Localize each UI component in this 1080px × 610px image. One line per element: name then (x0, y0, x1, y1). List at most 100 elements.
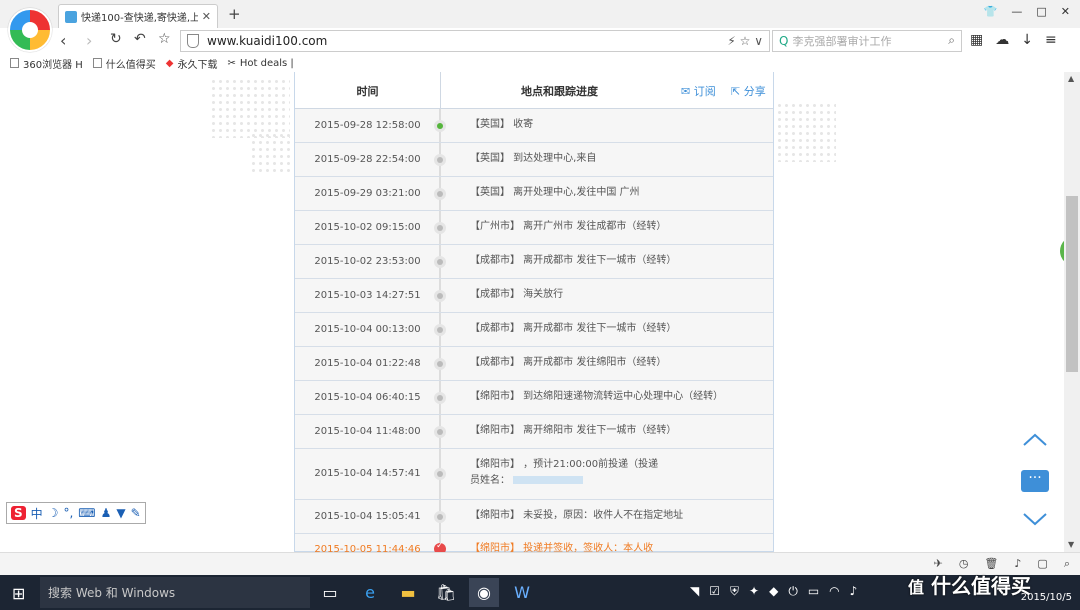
cloud-icon[interactable]: ☁ (995, 32, 1009, 48)
system-tray: ◥ ☑ ⛨ ✦ ◆ ⏻ ▭ ◠ ♪ (690, 584, 857, 599)
tray-shield-icon[interactable]: ⛨ (730, 584, 739, 599)
chat-bubble-icon[interactable]: ··· (1021, 470, 1049, 492)
row-time: 2015-10-04 06:40:15 (314, 392, 421, 403)
row-text: 【英国】 离开处理中心,发往中国 广州 (470, 187, 640, 198)
forward-button[interactable]: › (86, 31, 92, 50)
tray-icon[interactable]: ◥ (690, 584, 699, 599)
keyboard-icon[interactable]: ⌨ (78, 506, 95, 520)
row-time: 2015-10-04 01:22:48 (314, 358, 421, 369)
bookmark-item[interactable]: ◆ 永久下载 (166, 56, 218, 71)
row-time: 2015-10-04 11:48:00 (314, 426, 421, 437)
watermark: 值 什么值得买 (908, 570, 1031, 599)
page-content: 时间 地点和跟踪进度 ✉ 订阅 ⇱ 分享 2015-09-28 12:58:00… (0, 72, 1064, 552)
kuaidi100-favicon-icon (65, 10, 77, 23)
search-icon[interactable]: ⌕ (948, 33, 955, 48)
row-time: 2015-10-02 23:53:00 (314, 256, 421, 267)
share-button[interactable]: ⇱ 分享 (731, 83, 766, 99)
address-bar[interactable]: www.kuaidi100.com ⚡ ☆ ∨ (180, 30, 770, 52)
ime-toolbar[interactable]: S 中 ☽ °, ⌨ ♟ ▼ ✎ (6, 502, 146, 524)
browser-logo-icon[interactable] (8, 8, 52, 52)
row-text-line2: 员姓名： (470, 475, 510, 486)
row-time: 2015-10-04 15:05:41 (314, 511, 421, 522)
bookmarks-bar: 360浏览器 H 什么值得买 ◆ 永久下载 ✂ Hot deals | (0, 54, 1080, 73)
download-icon[interactable]: ↓ (1021, 32, 1033, 48)
maximize-button[interactable]: □ (1036, 5, 1046, 18)
search-box[interactable]: Q 李克强部署审计工作 ⌕ (772, 30, 962, 52)
tray-game-icon[interactable]: ◆ (769, 584, 778, 599)
tab-kuaidi100[interactable]: 快递100-查快递,寄快递,上快 ✕ (58, 4, 218, 28)
decorative-dots (776, 102, 836, 162)
tray-app-icon[interactable]: ✦ (749, 584, 759, 599)
row-text: 【成都市】 海关放行 (470, 289, 564, 300)
tracking-table: 时间 地点和跟踪进度 ✉ 订阅 ⇱ 分享 2015-09-28 12:58:00… (294, 72, 774, 552)
scroll-up-chevron-icon[interactable] (1022, 427, 1048, 453)
back-button[interactable]: ‹ (60, 31, 66, 50)
bookmark-item[interactable]: 什么值得买 (92, 56, 156, 71)
row-text: 【广州市】 离开广州市 发往成都市（经转） (470, 221, 667, 232)
page-icon (92, 58, 102, 68)
menu-icon[interactable]: ≡ (1045, 32, 1057, 48)
wrench-icon[interactable]: ✎ (131, 506, 141, 520)
window-controls: 👕 — □ ✕ (984, 5, 1070, 18)
row-text: 【绵阳市】 投递并签收，签收人：本人收 (470, 543, 654, 552)
ime-mode-icon[interactable]: 中 (31, 505, 43, 522)
scroll-down-arrow-icon[interactable]: ▼ (1068, 540, 1074, 549)
volume-icon[interactable]: ♪ (1014, 557, 1021, 571)
page-scrollbar[interactable]: ▲ ▼ (1064, 72, 1080, 552)
row-time: 2015-09-29 03:21:00 (314, 188, 421, 199)
tray-check-icon[interactable]: ☑ (709, 584, 720, 599)
pin-icon[interactable]: ✈ (934, 557, 943, 571)
tray-power-icon[interactable]: ⏻ (788, 584, 798, 599)
browser-taskbar-icon[interactable]: ◉ (469, 578, 499, 607)
task-view-icon[interactable]: ▭ (315, 578, 345, 607)
refresh-button[interactable]: ↻ (110, 31, 122, 47)
tray-network-icon[interactable]: ▭ (808, 584, 819, 599)
close-tab-icon[interactable]: ✕ (202, 10, 211, 23)
row-text: 【英国】 到达处理中心,来自 (470, 153, 597, 164)
minimize-button[interactable]: — (1011, 5, 1022, 18)
table-row: ✓ 2015-10-05 11:44:46 【绵阳市】 投递并签收，签收人：本人… (295, 534, 773, 552)
row-text: 【成都市】 离开成都市 发往下一城市（经转） (470, 323, 677, 334)
close-window-button[interactable]: ✕ (1061, 5, 1070, 18)
status-icons: ✈ ◷ 🗑 ♪ ▢ ⌕ (934, 557, 1070, 571)
punctuation-icon[interactable]: °, (63, 506, 73, 520)
table-row: 2015-09-28 22:54:00 【英国】 到达处理中心,来自 (295, 143, 773, 177)
scrollbar-thumb[interactable] (1066, 196, 1078, 372)
moon-icon[interactable]: ☽ (48, 506, 59, 520)
scroll-down-chevron-icon[interactable] (1022, 506, 1048, 532)
table-row: 2015-10-02 09:15:00 【广州市】 离开广州市 发往成都市（经转… (295, 211, 773, 245)
clear-icon[interactable]: 🗑 (984, 557, 998, 571)
row-time: 2015-09-28 22:54:00 (314, 154, 421, 165)
taskbar-search[interactable]: 搜索 Web 和 Windows (40, 577, 310, 608)
windows-start-icon[interactable]: ⊞ (12, 584, 25, 603)
edge-icon[interactable]: e (355, 578, 385, 607)
address-bar-actions[interactable]: ⚡ ☆ ∨ (727, 34, 763, 48)
browser-tool-icons: ▦ ☁ ↓ ≡ (970, 32, 1057, 48)
user-icon[interactable]: ♟ (101, 506, 112, 520)
row-text: 【英国】 收寄 (470, 119, 534, 130)
table-row: 2015-10-02 23:53:00 【成都市】 离开成都市 发往下一城市（经… (295, 245, 773, 279)
new-tab-button[interactable]: + (228, 5, 241, 23)
skin-icon[interactable]: 👕 (984, 5, 998, 18)
file-explorer-icon[interactable]: ▬ (393, 578, 423, 607)
search-engine-icon[interactable]: Q (779, 34, 788, 48)
sogou-s-icon[interactable]: S (11, 506, 26, 520)
window-icon[interactable]: ▢ (1037, 557, 1047, 571)
bookmark-item[interactable]: ✂ Hot deals | (228, 58, 294, 69)
scroll-up-arrow-icon[interactable]: ▲ (1068, 74, 1074, 83)
word-icon[interactable]: W (507, 578, 537, 607)
bookmark-item[interactable]: 360浏览器 H (10, 56, 83, 71)
zoom-icon[interactable]: ⌕ (1064, 557, 1070, 571)
navigation-bar: ‹ › ↻ ↶ ☆ www.kuaidi100.com ⚡ ☆ ∨ Q 李克强部… (0, 28, 1080, 54)
table-row: 2015-10-03 14:27:51 【成都市】 海关放行 (295, 279, 773, 313)
subscribe-button[interactable]: ✉ 订阅 (681, 83, 716, 99)
apps-icon[interactable]: ▦ (970, 32, 983, 48)
undo-close-button[interactable]: ↶ (134, 31, 146, 47)
tray-wifi-icon[interactable]: ◠ (829, 584, 839, 599)
tray-volume-icon[interactable]: ♪ (850, 584, 858, 599)
shield-icon (187, 34, 199, 48)
accelerate-icon[interactable]: ◷ (959, 557, 969, 571)
favorite-star-icon[interactable]: ☆ (158, 31, 171, 47)
store-icon[interactable]: 🛍 (431, 578, 461, 607)
shirt-icon[interactable]: ▼ (116, 506, 125, 520)
